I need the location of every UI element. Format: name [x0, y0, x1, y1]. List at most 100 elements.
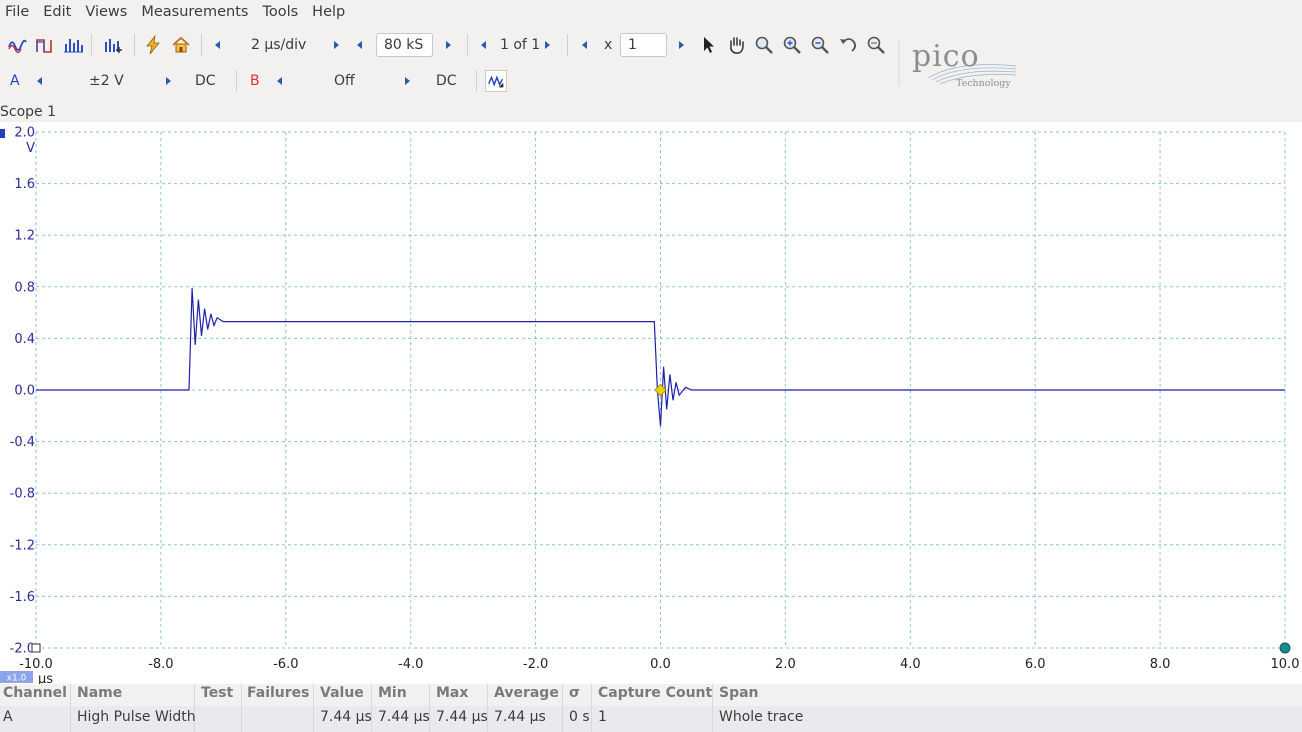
toolbar-separator: [201, 34, 202, 56]
x-tick-label: -4.0: [398, 657, 423, 672]
timebase-increase-arrow[interactable]: [334, 41, 339, 49]
main-toolbar: 2 µs/div 80 kS 1 of 1 x 1: [0, 27, 1302, 63]
table-header-cell[interactable]: σ: [569, 685, 580, 701]
table-header-cell[interactable]: Span: [719, 685, 759, 701]
select-pointer-icon[interactable]: [698, 34, 720, 56]
menu-views[interactable]: Views: [80, 0, 136, 24]
table-header-cell[interactable]: Value: [320, 685, 364, 701]
zoom-factor-input[interactable]: 1: [620, 33, 667, 57]
table-column-separator: [313, 684, 314, 732]
x-tick-label: 4.0: [900, 657, 921, 672]
toolbar-separator: [91, 34, 92, 56]
table-header-cell[interactable]: Failures: [247, 685, 310, 701]
toolbar-separator: [567, 34, 568, 56]
table-cell[interactable]: 0 s: [569, 709, 590, 725]
table-header-cell[interactable]: Min: [378, 685, 407, 701]
zoom-out-icon[interactable]: [809, 34, 831, 56]
scope-title: Scope 1: [0, 104, 57, 120]
trigger-lightning-icon[interactable]: [142, 34, 164, 56]
table-cell[interactable]: Whole trace: [719, 709, 803, 725]
menu-edit[interactable]: Edit: [38, 0, 80, 24]
timebase-decrease-arrow[interactable]: [215, 41, 220, 49]
table-cell[interactable]: High Pulse Width: [77, 709, 196, 725]
channel-a-range[interactable]: ±2 V: [89, 72, 124, 90]
channel-a-range-increase-arrow[interactable]: [166, 77, 171, 85]
x-tick-label: -10.0: [19, 657, 53, 672]
channel-b-range-increase-arrow[interactable]: [405, 77, 410, 85]
persistence-mode-icon[interactable]: [34, 34, 56, 56]
table-cell[interactable]: 7.44 µs: [378, 709, 430, 725]
hand-pan-icon[interactable]: [725, 34, 747, 56]
channel-b-coupling[interactable]: DC: [436, 72, 457, 90]
timebase-value[interactable]: 2 µs/div: [251, 36, 306, 54]
table-column-separator: [70, 684, 71, 732]
table-header-cell[interactable]: Test: [201, 685, 233, 701]
y-tick-label: 0.4: [14, 332, 35, 347]
zoom-region-icon[interactable]: [753, 34, 775, 56]
capture-prev-arrow[interactable]: [481, 41, 486, 49]
y-tick-label: -1.6: [10, 590, 35, 605]
channel-toolbar: A ±2 V DC B Off DC: [0, 63, 1302, 99]
x-tick-label: 6.0: [1025, 657, 1046, 672]
menu-bar: File Edit Views Measurements Tools Help: [0, 0, 1302, 24]
zoom-in-icon[interactable]: [781, 34, 803, 56]
time-ruler-handle-left: [31, 643, 41, 653]
channel-a-label: A: [10, 73, 20, 89]
spectrum-mode-icon[interactable]: [62, 34, 84, 56]
x-tick-label: -8.0: [148, 657, 173, 672]
samples-decrease-arrow[interactable]: [357, 41, 362, 49]
capture-next-arrow[interactable]: [545, 41, 550, 49]
capture-counter: 1 of 1: [500, 37, 541, 53]
y-axis-unit: V: [26, 141, 35, 156]
table-cell[interactable]: 7.44 µs: [320, 709, 372, 725]
pico-logo: pico Technology: [898, 38, 1028, 89]
menu-measurements[interactable]: Measurements: [136, 0, 257, 24]
menu-tools[interactable]: Tools: [257, 0, 307, 24]
table-header-cell[interactable]: Name: [77, 685, 122, 701]
channel-options-icon[interactable]: [102, 34, 124, 56]
y-tick-label: 0.0: [14, 384, 35, 399]
table-header-cell[interactable]: Capture Count: [598, 685, 712, 701]
undo-zoom-icon[interactable]: [837, 34, 859, 56]
y-tick-label: 1.2: [14, 229, 35, 244]
menu-help[interactable]: Help: [307, 0, 354, 24]
signal-generator-icon[interactable]: [485, 70, 507, 92]
samples-increase-arrow[interactable]: [446, 41, 451, 49]
home-icon[interactable]: [170, 34, 192, 56]
y-tick-label: -1.2: [10, 538, 35, 553]
menu-file[interactable]: File: [0, 0, 38, 24]
zoom-decrease-arrow[interactable]: [582, 41, 587, 49]
zoom-overview-icon[interactable]: [865, 34, 887, 56]
zoom-increase-arrow[interactable]: [679, 41, 684, 49]
table-column-separator: [562, 684, 563, 732]
table-header-cell[interactable]: Average: [494, 685, 559, 701]
x-tick-label: 10.0: [1271, 657, 1300, 672]
table-cell[interactable]: 1: [598, 709, 607, 725]
scope-mode-icon[interactable]: [6, 34, 28, 56]
x-tick-label: 2.0: [775, 657, 796, 672]
x-tick-label: -6.0: [273, 657, 298, 672]
waveform-chart[interactable]: -10.0 -8.0 -6.0 -4.0 -2.0 0.0 2.0 4.0 6.0 8.0 10.0…: [0, 122, 1302, 687]
x-axis-unit: µs: [38, 672, 53, 684]
y-tick-label: -0.8: [10, 487, 35, 502]
zoom-badge-label: x1.0: [7, 674, 27, 684]
channel-a-range-decrease-arrow[interactable]: [37, 77, 42, 85]
y-tick-label: -0.4: [10, 435, 35, 450]
channel-b-range-decrease-arrow[interactable]: [277, 77, 282, 85]
svg-text:Technology: Technology: [956, 78, 1011, 88]
time-ruler-handle-right: [1279, 642, 1291, 654]
y-tick-label: -2.0: [10, 642, 35, 657]
table-cell[interactable]: 7.44 µs: [494, 709, 546, 725]
table-cell[interactable]: A: [3, 709, 13, 725]
scope-plot-area[interactable]: -10.0 -8.0 -6.0 -4.0 -2.0 0.0 2.0 4.0 6.0 8.0 10.0…: [0, 122, 1302, 687]
samples-input[interactable]: 80 kS: [376, 33, 433, 57]
x-tick-label: 8.0: [1150, 657, 1171, 672]
channel-a-coupling[interactable]: DC: [195, 72, 216, 90]
channel-b-range[interactable]: Off: [334, 72, 355, 90]
table-header-cell[interactable]: Channel: [3, 685, 67, 701]
y-tick-label: 0.8: [14, 280, 35, 295]
toolbar-separator: [476, 70, 477, 92]
table-header-cell[interactable]: Max: [436, 685, 468, 701]
table-cell[interactable]: 7.44 µs: [436, 709, 488, 725]
channel-a-axis-marker: [0, 129, 5, 138]
